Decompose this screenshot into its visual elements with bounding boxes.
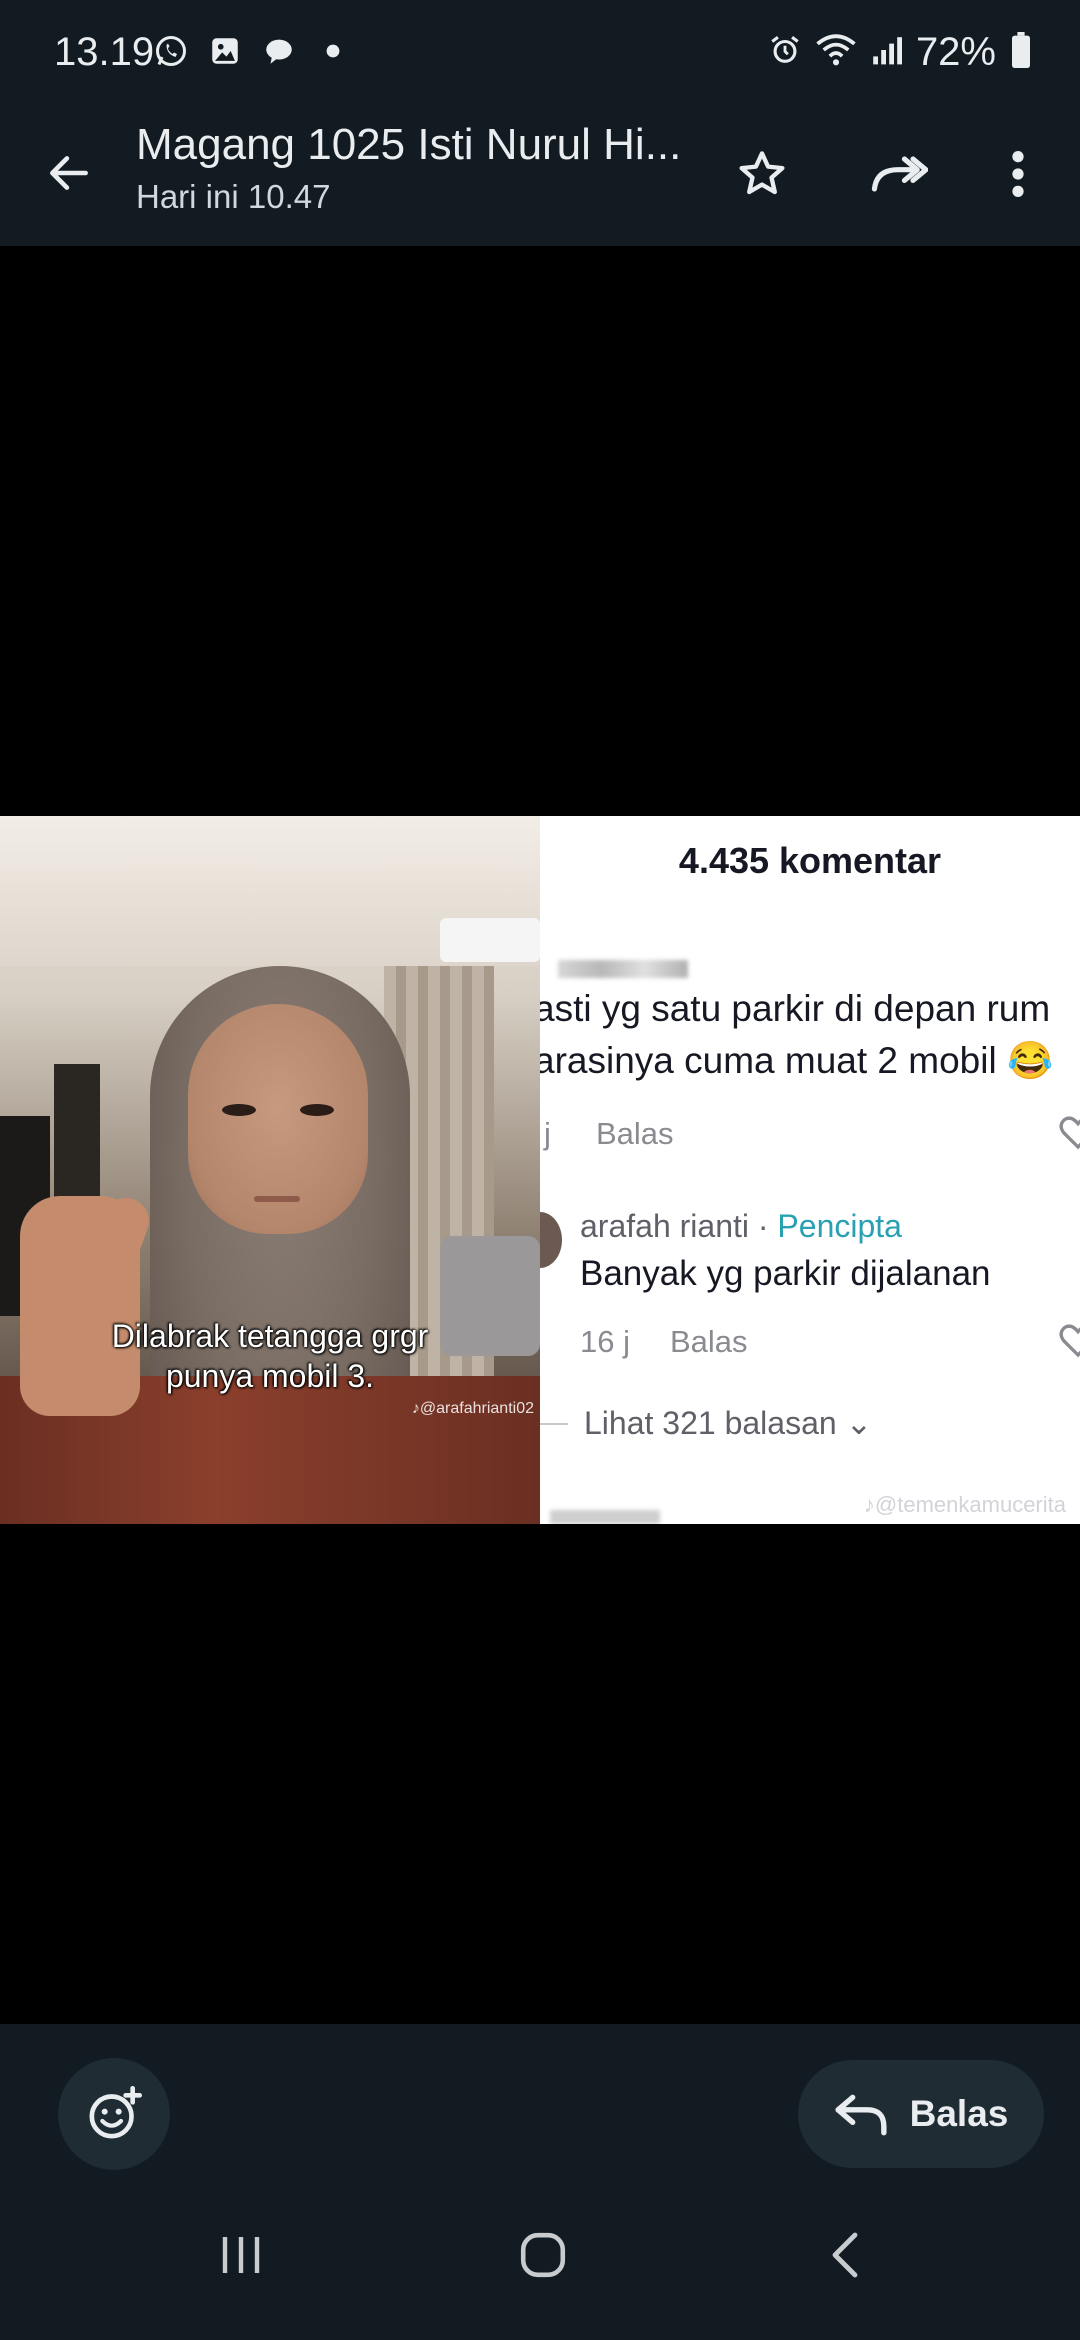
home-icon: [520, 2232, 566, 2278]
back-arrow-icon: [50, 156, 88, 190]
system-nav-bar: [0, 2180, 1080, 2340]
dot-icon: [314, 32, 352, 70]
comment-reply-link: Balas: [596, 1116, 674, 1151]
caption-line-2: punya mobil 3.: [165, 1358, 375, 1394]
forward-icon: [871, 156, 928, 192]
battery-percent: 72%: [915, 30, 996, 74]
author-comment-time: 16 j: [580, 1324, 630, 1359]
message-timestamp: Hari ini 10.47: [136, 178, 331, 215]
whatsapp-icon: [152, 32, 190, 70]
author-line: arafah rianti · Pencipta: [580, 1208, 902, 1244]
more-vert-icon: [1012, 151, 1024, 197]
comment-text-line-2: arasinya cuma muat 2 mobil 😂: [540, 1040, 1054, 1081]
back-nav-icon: [832, 2232, 858, 2278]
comments-panel: 4.435 komentar asti yg satu parkir di de…: [540, 816, 1080, 1524]
alarm-icon: [768, 33, 802, 72]
recent-apps-icon: [222, 2237, 260, 2273]
video-caption: Dilabrak tetangga grgr punya mobil 3.: [80, 1316, 460, 1396]
back-button[interactable]: [34, 138, 104, 208]
status-bar: 13.19 72%: [0, 0, 1080, 110]
comment-text-line-1: asti yg satu parkir di depan rum: [540, 988, 1051, 1029]
chat-bubble-icon: [260, 32, 298, 70]
author-reply-link: Balas: [670, 1324, 748, 1359]
back-nav-button[interactable]: [800, 2220, 890, 2290]
status-system-icons: 72%: [768, 30, 1032, 75]
status-time: 13.19: [54, 30, 155, 74]
view-replies-link: Lihat 321 balasan ⌄: [584, 1405, 873, 1441]
creator-tag: Pencipta: [777, 1208, 902, 1244]
add-reaction-icon: [89, 2086, 142, 2139]
star-button[interactable]: [726, 138, 798, 210]
home-button[interactable]: [498, 2220, 588, 2290]
chat-title: Magang 1025 Isti Nurul Hi...: [136, 120, 682, 169]
reply-button[interactable]: Balas: [798, 2060, 1044, 2168]
heart-icon: [1059, 1116, 1080, 1150]
battery-icon: [1010, 32, 1032, 73]
caption-line-1: Dilabrak tetangga grgr: [111, 1318, 429, 1354]
comment-time: j: [544, 1116, 551, 1151]
more-options-button[interactable]: [982, 138, 1054, 210]
viewer-bottom-bar: Balas: [0, 2024, 1080, 2180]
react-button[interactable]: [58, 2058, 170, 2170]
status-notification-icons: [152, 32, 352, 70]
tiktok-watermark-right: ♪@temenkamucerita: [863, 1492, 1066, 1517]
heart-icon: [1059, 1324, 1080, 1358]
media-viewer[interactable]: Dilabrak tetangga grgr punya mobil 3. ♪@…: [0, 246, 1080, 2024]
comments-count: 4.435 komentar: [678, 840, 942, 881]
gallery-icon: [206, 32, 244, 70]
star-icon: [739, 151, 785, 195]
shared-image[interactable]: Dilabrak tetangga grgr punya mobil 3. ♪@…: [0, 816, 1080, 1524]
forward-button[interactable]: [862, 138, 934, 210]
tiktok-watermark-left: ♪@arafahrianti02: [411, 1400, 534, 1417]
signal-icon: [870, 34, 902, 71]
author-avatar: [540, 1212, 562, 1268]
video-frame-panel: Dilabrak tetangga grgr punya mobil 3. ♪@…: [0, 816, 540, 1524]
reply-icon: [835, 2094, 887, 2136]
author-comment: Banyak yg parkir dijalanan: [580, 1254, 991, 1293]
author-name: arafah rianti: [580, 1208, 749, 1244]
blurred-username: [558, 960, 688, 978]
recent-apps-button[interactable]: [196, 2220, 286, 2290]
wifi-icon: [816, 32, 856, 73]
reply-label: Balas: [909, 2093, 1009, 2134]
viewer-header: Magang 1025 Isti Nurul Hi... Hari ini 10…: [0, 110, 1080, 246]
